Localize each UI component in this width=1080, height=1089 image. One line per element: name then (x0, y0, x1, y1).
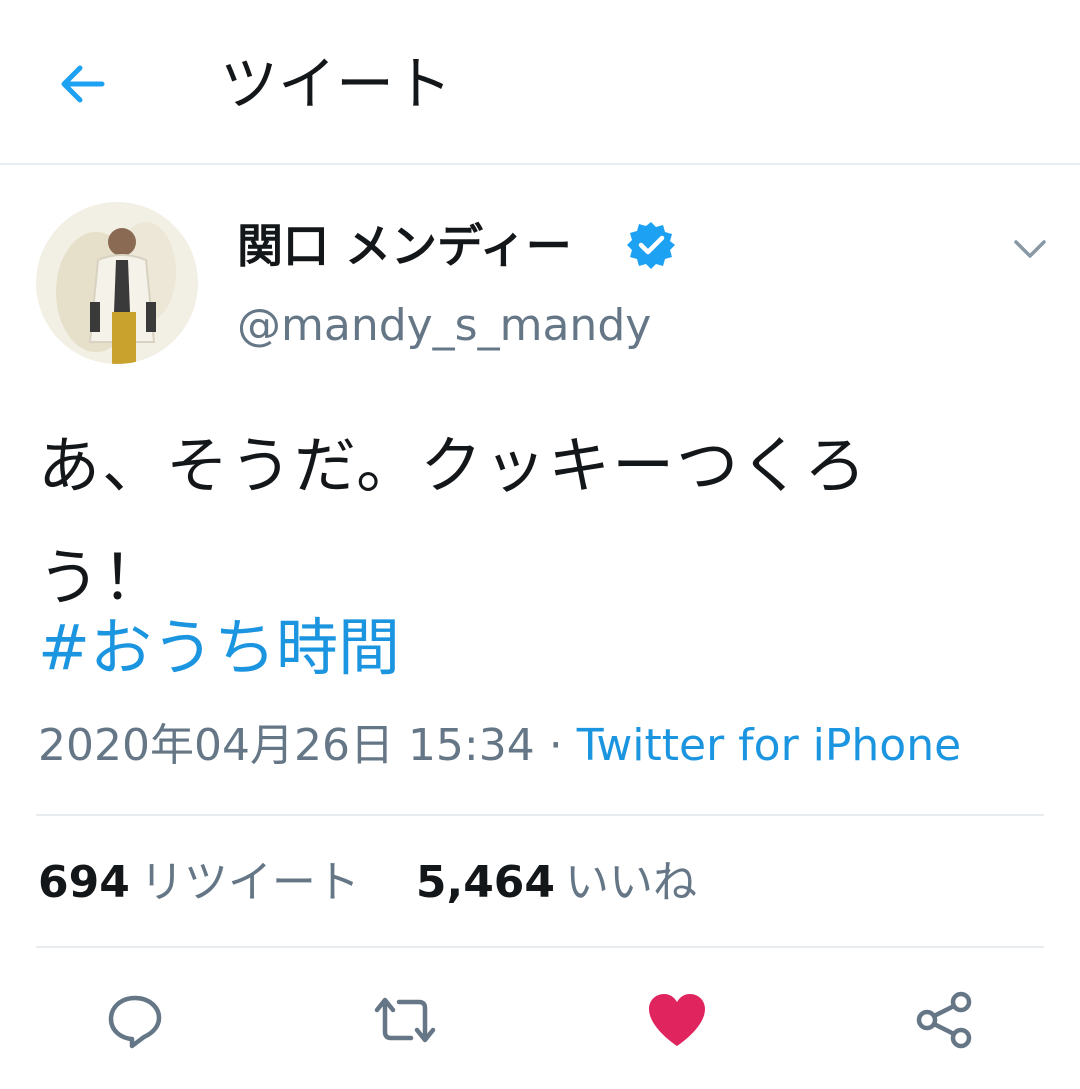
retweet-icon (374, 997, 436, 1043)
like-button[interactable] (645, 988, 709, 1052)
verified-badge-icon (627, 222, 675, 269)
arrow-left-icon (61, 65, 105, 103)
source-link[interactable]: Twitter for iPhone (577, 720, 961, 771)
chevron-down-icon (1014, 240, 1046, 258)
heart-icon (649, 994, 705, 1046)
timestamp[interactable]: 2020年04月26日 15:34 (38, 720, 535, 771)
tweet-text: あ、そうだ。クッキーつくろ う！ (38, 410, 1048, 634)
reply-icon (108, 995, 162, 1049)
retweets-count: 694 (38, 857, 130, 908)
likes-stat[interactable]: 5,464 いいね (416, 852, 697, 914)
divider (36, 946, 1044, 948)
divider (36, 814, 1044, 816)
more-options-button[interactable] (1008, 228, 1052, 268)
likes-count: 5,464 (415, 857, 556, 908)
tweet-stats: 694 リツイート 5,464 いいね (38, 852, 697, 914)
page-title: ツイート (220, 50, 453, 118)
share-button[interactable] (913, 988, 977, 1052)
reply-button[interactable] (103, 988, 167, 1052)
retweets-stat[interactable]: 694 リツイート (38, 852, 360, 914)
back-button[interactable] (50, 52, 114, 116)
top-bar: ツイート (0, 0, 1080, 165)
retweets-label: リツイート (139, 857, 360, 908)
tweet-text-line: あ、そうだ。クッキーつくろ (38, 429, 869, 502)
user-handle[interactable]: @mandy_s_mandy (237, 296, 651, 356)
retweet-button[interactable] (373, 988, 437, 1052)
avatar[interactable] (36, 202, 198, 364)
likes-label: いいね (565, 857, 698, 908)
share-icon (916, 991, 972, 1049)
hashtag-link[interactable]: #おうち時間 (38, 608, 400, 688)
meta-separator: · (534, 720, 577, 771)
tweet-meta: 2020年04月26日 15:34 · Twitter for iPhone (38, 716, 961, 776)
display-name[interactable]: 関口 メンディー (237, 215, 572, 277)
